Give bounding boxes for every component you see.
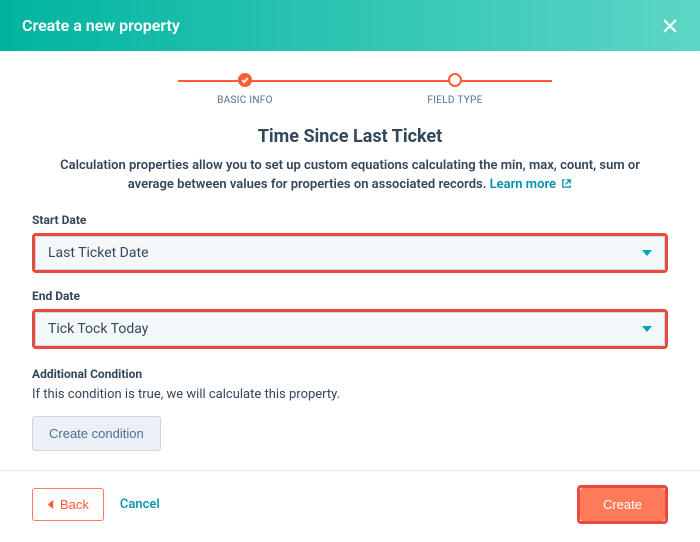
caret-down-icon [642, 250, 652, 256]
description: Calculation properties allow you to set … [32, 157, 668, 195]
modal-title: Create a new property [22, 16, 180, 35]
step-label: BASIC INFO [217, 95, 273, 106]
step-field-type[interactable]: FIELD TYPE [350, 73, 560, 106]
close-icon[interactable] [662, 18, 678, 34]
create-button[interactable]: Create [580, 488, 665, 521]
end-date-value: Tick Tock Today [48, 321, 148, 337]
cancel-link[interactable]: Cancel [120, 497, 160, 512]
page-title: Time Since Last Ticket [32, 126, 668, 147]
chevron-left-icon [47, 500, 54, 509]
additional-condition-desc: If this condition is true, we will calcu… [32, 387, 668, 402]
learn-more-link[interactable]: Learn more [490, 177, 573, 192]
start-date-select[interactable]: Last Ticket Date [35, 236, 665, 270]
step-dot-current [448, 73, 462, 87]
end-date-select[interactable]: Tick Tock Today [35, 312, 665, 346]
modal-header: Create a new property [0, 0, 700, 51]
create-condition-button[interactable]: Create condition [32, 416, 161, 451]
create-highlight: Create [577, 485, 668, 524]
step-basic-info[interactable]: BASIC INFO [140, 73, 350, 106]
external-link-icon [561, 178, 572, 189]
footer-left: Back Cancel [32, 488, 160, 521]
start-date-label: Start Date [32, 213, 668, 227]
back-label: Back [60, 497, 89, 512]
end-date-label: End Date [32, 289, 668, 303]
caret-down-icon [642, 326, 652, 332]
stepper: BASIC INFO FIELD TYPE [0, 51, 700, 112]
learn-more-text: Learn more [490, 177, 556, 192]
content: Time Since Last Ticket Calculation prope… [0, 112, 700, 451]
footer: Back Cancel Create [0, 470, 700, 542]
start-date-highlight: Last Ticket Date [32, 233, 668, 273]
additional-condition-title: Additional Condition [32, 367, 668, 381]
start-date-value: Last Ticket Date [48, 245, 149, 261]
end-date-highlight: Tick Tock Today [32, 309, 668, 349]
step-dot-completed [238, 73, 252, 87]
back-button[interactable]: Back [32, 488, 104, 521]
step-label: FIELD TYPE [427, 95, 482, 106]
